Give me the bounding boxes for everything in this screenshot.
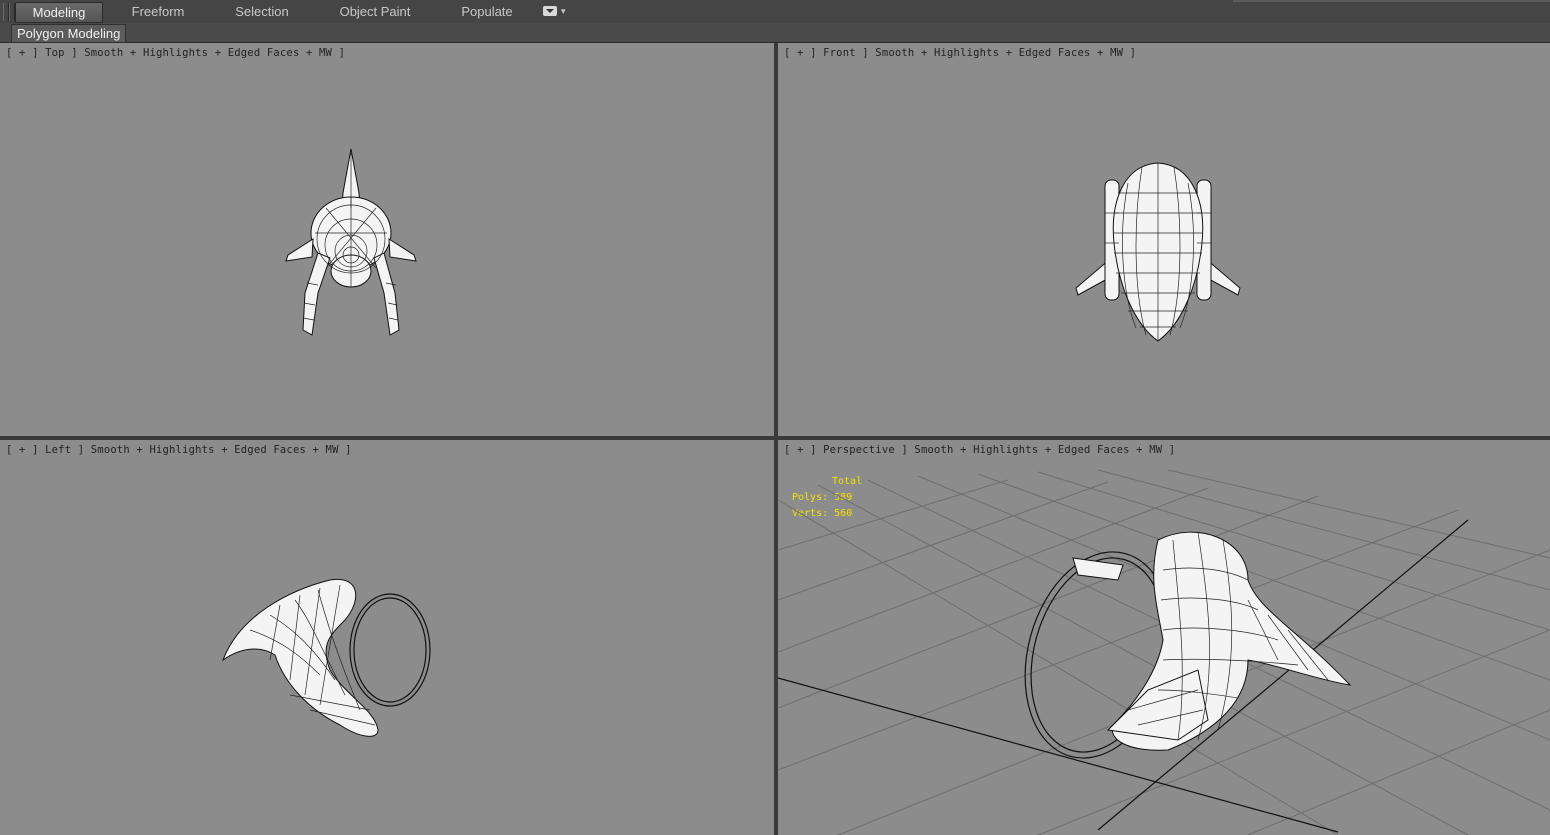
tab-selection[interactable]: Selection xyxy=(222,2,302,21)
ribbon-tab-bar: Modeling Freeform Selection Object Paint… xyxy=(0,0,1550,24)
ribbon-options-icon[interactable] xyxy=(543,6,557,16)
viewport-left[interactable]: [ + ] Left ] Smooth + Highlights + Edged… xyxy=(0,440,774,835)
tab-freeform[interactable]: Freeform xyxy=(118,2,198,21)
perspective-scene xyxy=(778,469,1550,835)
model-left-view xyxy=(221,578,431,737)
viewport-perspective[interactable]: [ + ] Perspective ] Smooth + Highlights … xyxy=(778,440,1550,835)
tab-object-paint[interactable]: Object Paint xyxy=(330,2,420,21)
tab-modeling[interactable]: Modeling xyxy=(15,2,103,23)
polygon-modeling-panel-button[interactable]: Polygon Modeling xyxy=(11,24,127,43)
viewport-top[interactable]: [ + ] Top ] Smooth + Highlights + Edged … xyxy=(0,43,774,436)
divider xyxy=(1233,0,1550,2)
model-front-view xyxy=(1075,162,1241,342)
viewport-front[interactable]: [ + ] Front ] Smooth + Highlights + Edge… xyxy=(778,43,1550,436)
ribbon-panel-bar: Polygon Modeling xyxy=(0,23,1550,43)
tab-populate[interactable]: Populate xyxy=(450,2,524,21)
chevron-down-icon[interactable]: ▾ xyxy=(561,2,566,21)
model-top-view xyxy=(285,148,417,336)
